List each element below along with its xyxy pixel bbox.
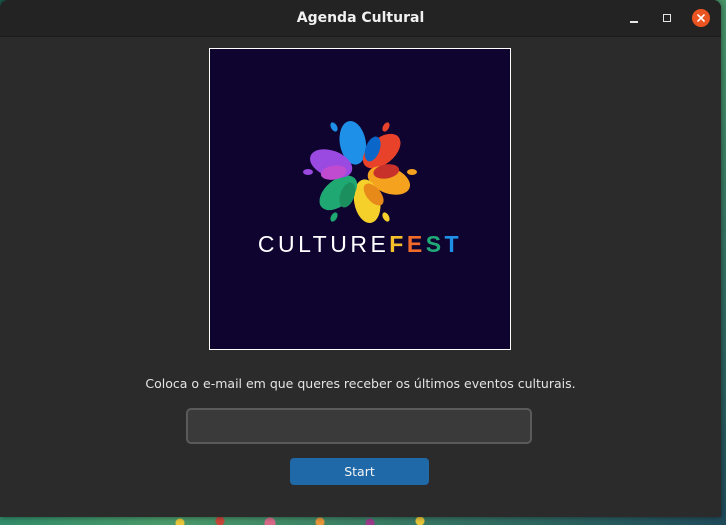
app-window: Agenda Cultural CULTUREFEST Coloca o e-m… [0,0,721,517]
minimize-icon[interactable] [625,9,643,27]
maximize-icon[interactable] [658,9,676,27]
logo-letter-s: S [426,231,445,257]
logo-text-culture: CULTURE [258,231,389,257]
close-icon[interactable] [692,9,710,27]
title-bar[interactable]: Agenda Cultural [0,0,721,37]
window-title: Agenda Cultural [296,10,425,26]
logo-letter-e: E [407,231,426,257]
svg-text:CULTUREFEST: CULTUREFEST [258,231,462,257]
logo-letter-f: F [389,231,407,257]
start-button[interactable]: Start [290,458,429,485]
email-prompt: Coloca o e-mail em que queres receber os… [145,376,576,391]
main-content: CULTUREFEST Coloca o e-mail em que quere… [0,37,721,517]
culturefest-logo: CULTUREFEST [209,48,511,350]
email-input[interactable] [186,408,532,444]
logo-letter-t: T [445,231,463,257]
flower-emblem-icon [303,121,417,223]
